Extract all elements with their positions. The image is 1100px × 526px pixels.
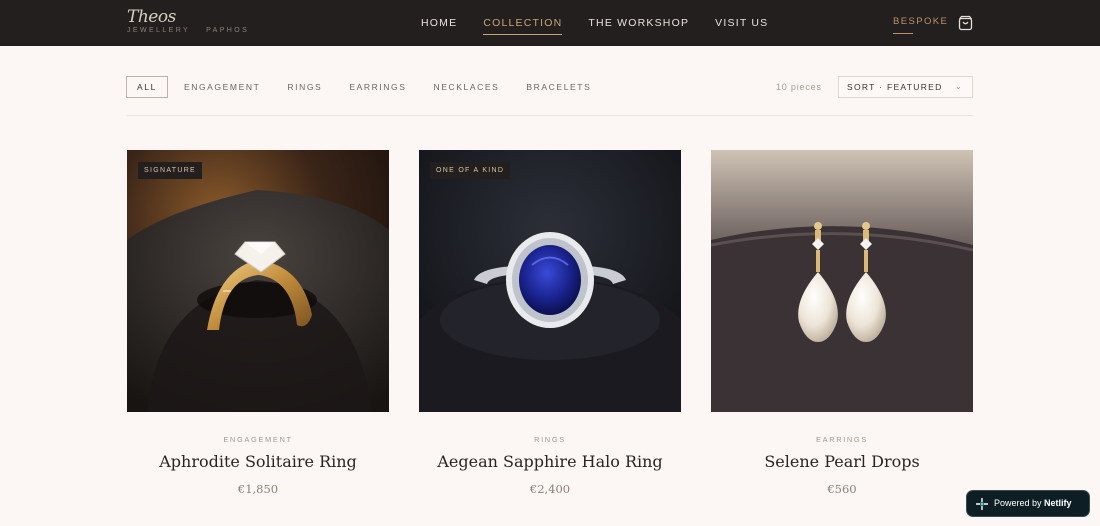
product-image-pearl-drops[interactable]	[711, 150, 973, 412]
filter-engagement[interactable]: ENGAGEMENT	[184, 76, 260, 98]
brand-logo[interactable]: Theos JEWELLERY PAPHOS	[127, 8, 249, 34]
product-card[interactable]: SIGNATURE ENGAGEMENT Aphrodite Solitaire…	[127, 150, 389, 496]
netlify-icon	[976, 498, 988, 510]
product-card[interactable]: EARRINGS Selene Pearl Drops €560	[711, 150, 973, 496]
logo-subtitle-right: PAPHOS	[206, 27, 250, 34]
product-category: RINGS	[534, 435, 566, 444]
filter-earrings[interactable]: EARRINGS	[349, 76, 406, 98]
bespoke-link[interactable]: BESPOKE	[893, 16, 948, 34]
main-nav: HOME COLLECTION THE WORKSHOP VISIT US	[421, 17, 794, 35]
product-badge: SIGNATURE	[138, 162, 203, 179]
product-name[interactable]: Aegean Sapphire Halo Ring	[419, 452, 681, 471]
nav-item-visit-us[interactable]: VISIT US	[715, 17, 768, 29]
piece-count: 10 pieces	[776, 82, 822, 92]
netlify-brand: Netlify	[1044, 498, 1072, 508]
product-price: €560	[827, 482, 857, 496]
category-filters: ALL ENGAGEMENT RINGS EARRINGS NECKLACES …	[126, 76, 618, 98]
filter-necklaces[interactable]: NECKLACES	[434, 76, 500, 98]
chevron-down-icon: ⌄	[954, 82, 963, 91]
product-category: ENGAGEMENT	[223, 435, 293, 444]
product-price: €1,850	[237, 482, 279, 496]
product-image-solitaire-ring[interactable]: SIGNATURE	[127, 150, 389, 412]
sort-label: SORT · FEATURED	[847, 82, 943, 92]
product-price: €2,400	[529, 482, 571, 496]
filter-all[interactable]: ALL	[126, 76, 168, 98]
shopping-bag-icon[interactable]	[958, 15, 973, 31]
nav-item-the-workshop[interactable]: THE WORKSHOP	[588, 17, 689, 29]
nav-item-home[interactable]: HOME	[421, 17, 457, 29]
logo-subtitle-left: JEWELLERY	[127, 27, 191, 34]
filter-bracelets[interactable]: BRACELETS	[526, 76, 591, 98]
product-name[interactable]: Selene Pearl Drops	[711, 452, 973, 471]
netlify-prefix: Powered by	[994, 498, 1042, 508]
site-header: Theos JEWELLERY PAPHOS HOME COLLECTION TH…	[0, 0, 1100, 46]
filter-divider	[127, 115, 973, 116]
logo-wordmark: Theos	[127, 7, 176, 27]
product-name[interactable]: Aphrodite Solitaire Ring	[127, 452, 389, 471]
product-image-sapphire-ring[interactable]: ONE OF A KIND	[419, 150, 681, 412]
filter-rings[interactable]: RINGS	[287, 76, 322, 98]
nav-item-collection[interactable]: COLLECTION	[483, 17, 563, 35]
netlify-badge[interactable]: Powered by Netlify	[966, 490, 1090, 517]
logo-subtitle: JEWELLERY PAPHOS	[127, 27, 249, 34]
product-card[interactable]: ONE OF A KIND RINGS Aegean Sapphire Halo…	[419, 150, 681, 496]
sort-dropdown[interactable]: SORT · FEATURED ⌄	[838, 76, 973, 98]
product-category: EARRINGS	[816, 435, 868, 444]
product-badge: ONE OF A KIND	[430, 162, 511, 179]
